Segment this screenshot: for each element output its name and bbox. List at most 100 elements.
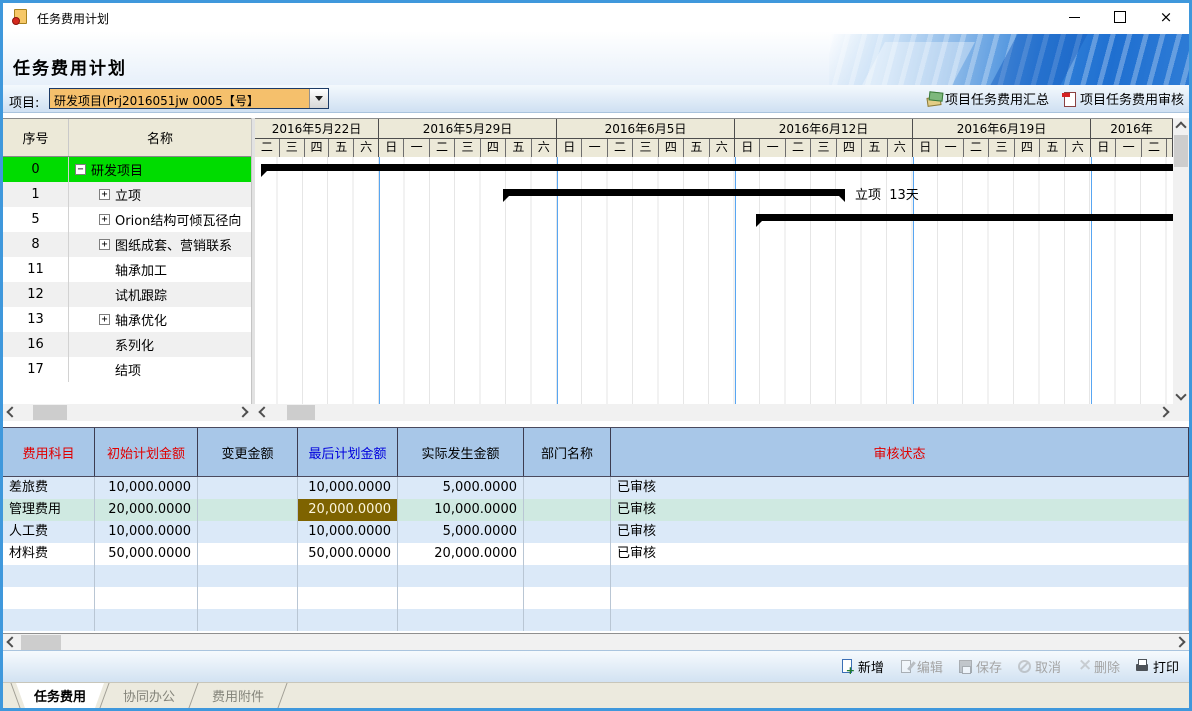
scroll-left-icon[interactable] <box>3 404 19 420</box>
task-row-seq: 12 <box>3 282 69 307</box>
task-row[interactable]: 13+轴承优化 <box>3 307 251 332</box>
task-row[interactable]: 1+立项 <box>3 182 251 207</box>
day-label: 日 <box>913 139 938 157</box>
cost-cell-initial[interactable]: 20,000.0000 <box>95 499 198 521</box>
day-header-row: 日一二三 <box>1091 139 1172 157</box>
cost-cell-change[interactable] <box>198 521 298 543</box>
scrollbar-thumb[interactable] <box>33 405 67 420</box>
cost-row-empty[interactable] <box>3 609 1189 631</box>
scroll-down-icon[interactable] <box>1173 388 1189 404</box>
scroll-up-icon[interactable] <box>1173 118 1189 134</box>
task-row[interactable]: 5+Orion结构可倾瓦径向 <box>3 207 251 232</box>
cost-grid-hscrollbar[interactable] <box>3 633 1189 651</box>
day-label: 四 <box>305 139 330 157</box>
button-label: 编辑 <box>917 657 943 676</box>
expand-icon[interactable]: + <box>99 239 110 250</box>
cost-row-empty[interactable] <box>3 565 1189 587</box>
task-row[interactable]: 17结项 <box>3 357 251 382</box>
cost-col-header-dept[interactable]: 部门名称 <box>524 428 611 476</box>
task-row[interactable]: 16系列化 <box>3 332 251 357</box>
expand-icon[interactable]: + <box>99 314 110 325</box>
scroll-left-icon[interactable] <box>3 634 19 650</box>
tab-task-cost[interactable]: 任务费用 <box>16 683 104 708</box>
cost-cell-final[interactable]: 50,000.0000 <box>298 543 398 565</box>
scroll-right-icon[interactable] <box>1157 404 1173 420</box>
gantt-chart: 2016年5月22日二三四五六2016年5月29日日一二三四五六2016年6月5… <box>255 118 1173 404</box>
cost-cell-subject[interactable]: 差旅费 <box>3 477 95 499</box>
gantt-summary-bar[interactable] <box>756 214 1173 221</box>
print-button[interactable]: 打印 <box>1135 657 1179 676</box>
gantt-summary-bar[interactable]: 立项 13天 <box>503 189 845 196</box>
collapse-icon[interactable]: − <box>75 164 86 175</box>
scroll-right-icon[interactable] <box>1173 634 1189 650</box>
gantt-hscrollbar[interactable] <box>255 404 1173 421</box>
tab-cost-attachment[interactable]: 费用附件 <box>194 683 282 708</box>
cost-cell-empty <box>3 565 95 587</box>
new-button[interactable]: 新增 <box>840 657 884 676</box>
cost-cell-initial[interactable]: 10,000.0000 <box>95 477 198 499</box>
close-button[interactable]: × <box>1143 3 1189 31</box>
cost-cell-change[interactable] <box>198 543 298 565</box>
cost-cell-status[interactable]: 已审核 <box>611 499 1189 521</box>
cost-col-header-initial[interactable]: 初始计划金额 <box>95 428 198 476</box>
cost-col-header-status[interactable]: 审核状态 <box>611 428 1189 476</box>
task-grid-hscrollbar[interactable] <box>3 404 252 421</box>
cost-row[interactable]: 材料费50,000.000050,000.000020,000.0000已审核 <box>3 543 1189 565</box>
scrollbar-thumb[interactable] <box>21 635 61 650</box>
expand-icon[interactable]: + <box>99 189 110 200</box>
cost-cell-actual[interactable]: 5,000.0000 <box>398 477 524 499</box>
expand-icon[interactable]: + <box>99 214 110 225</box>
scroll-right-icon[interactable] <box>236 404 252 420</box>
cost-col-header-final[interactable]: 最后计划金额 <box>298 428 398 476</box>
cost-cell-subject[interactable]: 管理费用 <box>3 499 95 521</box>
name-column-header[interactable]: 名称 <box>69 119 251 156</box>
cost-cell-actual[interactable]: 20,000.0000 <box>398 543 524 565</box>
minimize-button[interactable] <box>1051 3 1097 31</box>
bar-start-notch <box>503 196 509 202</box>
cost-cell-actual[interactable]: 10,000.0000 <box>398 499 524 521</box>
cost-row[interactable]: 人工费10,000.000010,000.00005,000.0000已审核 <box>3 521 1189 543</box>
scroll-left-icon[interactable] <box>255 404 271 420</box>
cost-cell-actual[interactable]: 5,000.0000 <box>398 521 524 543</box>
cost-cell-final[interactable]: 10,000.0000 <box>298 521 398 543</box>
tab-collaboration[interactable]: 协同办公 <box>105 683 193 708</box>
cost-col-header-subject[interactable]: 费用科目 <box>3 428 95 476</box>
cost-cell-change[interactable] <box>198 477 298 499</box>
cost-cell-status[interactable]: 已审核 <box>611 543 1189 565</box>
project-cost-summary-link[interactable]: 项目任务费用汇总 <box>926 89 1049 108</box>
scrollbar-thumb[interactable] <box>287 405 315 420</box>
cost-cell-initial[interactable]: 50,000.0000 <box>95 543 198 565</box>
cost-cell-initial[interactable]: 10,000.0000 <box>95 521 198 543</box>
gantt-vertical-scrollbar[interactable] <box>1173 118 1189 404</box>
cost-cell-dept[interactable] <box>524 477 611 499</box>
cost-cell-final[interactable]: 10,000.0000 <box>298 477 398 499</box>
cost-cell-dept[interactable] <box>524 499 611 521</box>
cost-cell-dept[interactable] <box>524 521 611 543</box>
cost-cell-status[interactable]: 已审核 <box>611 521 1189 543</box>
cost-cell-final[interactable]: 20,000.0000 <box>298 499 398 521</box>
cost-cell-empty <box>524 609 611 631</box>
gantt-summary-bar[interactable] <box>261 164 1173 171</box>
project-cost-audit-link[interactable]: 项目任务费用审核 <box>1061 89 1184 108</box>
cost-col-header-change[interactable]: 变更金额 <box>198 428 298 476</box>
task-row[interactable]: 0−研发项目 <box>3 157 251 182</box>
task-row[interactable]: 11轴承加工 <box>3 257 251 282</box>
day-label: 六 <box>888 139 912 157</box>
cost-cell-subject[interactable]: 人工费 <box>3 521 95 543</box>
project-select[interactable]: 研发项目(Prj2016051jw 0005【号】 <box>49 88 329 109</box>
task-row[interactable]: 8+图纸成套、营销联系 <box>3 232 251 257</box>
maximize-button[interactable] <box>1097 3 1143 31</box>
cost-cell-change[interactable] <box>198 499 298 521</box>
task-row[interactable]: 12试机跟踪 <box>3 282 251 307</box>
cost-cell-status[interactable]: 已审核 <box>611 477 1189 499</box>
seq-column-header[interactable]: 序号 <box>3 119 69 156</box>
cost-row[interactable]: 管理费用20,000.000020,000.000010,000.0000已审核 <box>3 499 1189 521</box>
day-label: 日 <box>1091 139 1116 157</box>
cost-cell-subject[interactable]: 材料费 <box>3 543 95 565</box>
cost-cell-dept[interactable] <box>524 543 611 565</box>
cost-row[interactable]: 差旅费10,000.000010,000.00005,000.0000已审核 <box>3 477 1189 499</box>
cost-row-empty[interactable] <box>3 587 1189 609</box>
chevron-down-icon[interactable] <box>309 89 328 108</box>
scrollbar-thumb[interactable] <box>1174 135 1188 167</box>
cost-col-header-actual[interactable]: 实际发生金额 <box>398 428 524 476</box>
